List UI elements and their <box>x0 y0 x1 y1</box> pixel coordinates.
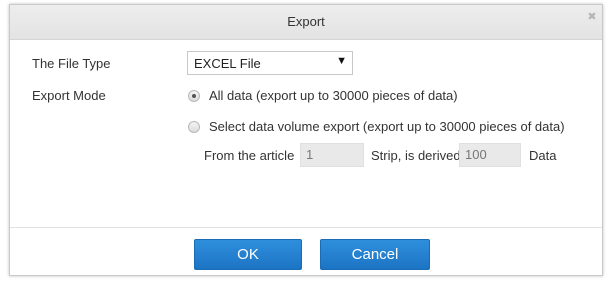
file-type-label: The File Type <box>32 56 111 71</box>
export-dialog: Export ✖ The File Type EXCEL File ▼ Expo… <box>9 4 603 276</box>
range-end-label: Data <box>529 148 557 163</box>
file-type-select[interactable]: EXCEL File ▼ <box>187 51 353 75</box>
export-mode-label: Export Mode <box>32 88 106 103</box>
cancel-button[interactable]: Cancel <box>320 239 430 270</box>
footer-divider <box>10 227 602 228</box>
close-icon[interactable]: ✖ <box>587 12 597 23</box>
dialog-title: Export <box>287 14 325 29</box>
radio-all-data[interactable] <box>188 90 200 102</box>
radio-volume-export[interactable] <box>188 121 200 133</box>
file-type-value: EXCEL File <box>194 56 261 71</box>
ok-button[interactable]: OK <box>194 239 302 270</box>
range-middle-label: Strip, is derived <box>371 148 461 163</box>
radio-all-data-label: All data (export up to 30000 pieces of d… <box>209 88 458 103</box>
chevron-down-icon: ▼ <box>336 55 347 67</box>
start-article-input[interactable]: 1 <box>300 143 364 167</box>
dialog-titlebar: Export ✖ <box>10 5 602 40</box>
range-from-label: From the article <box>204 148 295 163</box>
radio-volume-export-label: Select data volume export (export up to … <box>209 119 565 134</box>
data-count-input[interactable]: 100 <box>459 143 521 167</box>
